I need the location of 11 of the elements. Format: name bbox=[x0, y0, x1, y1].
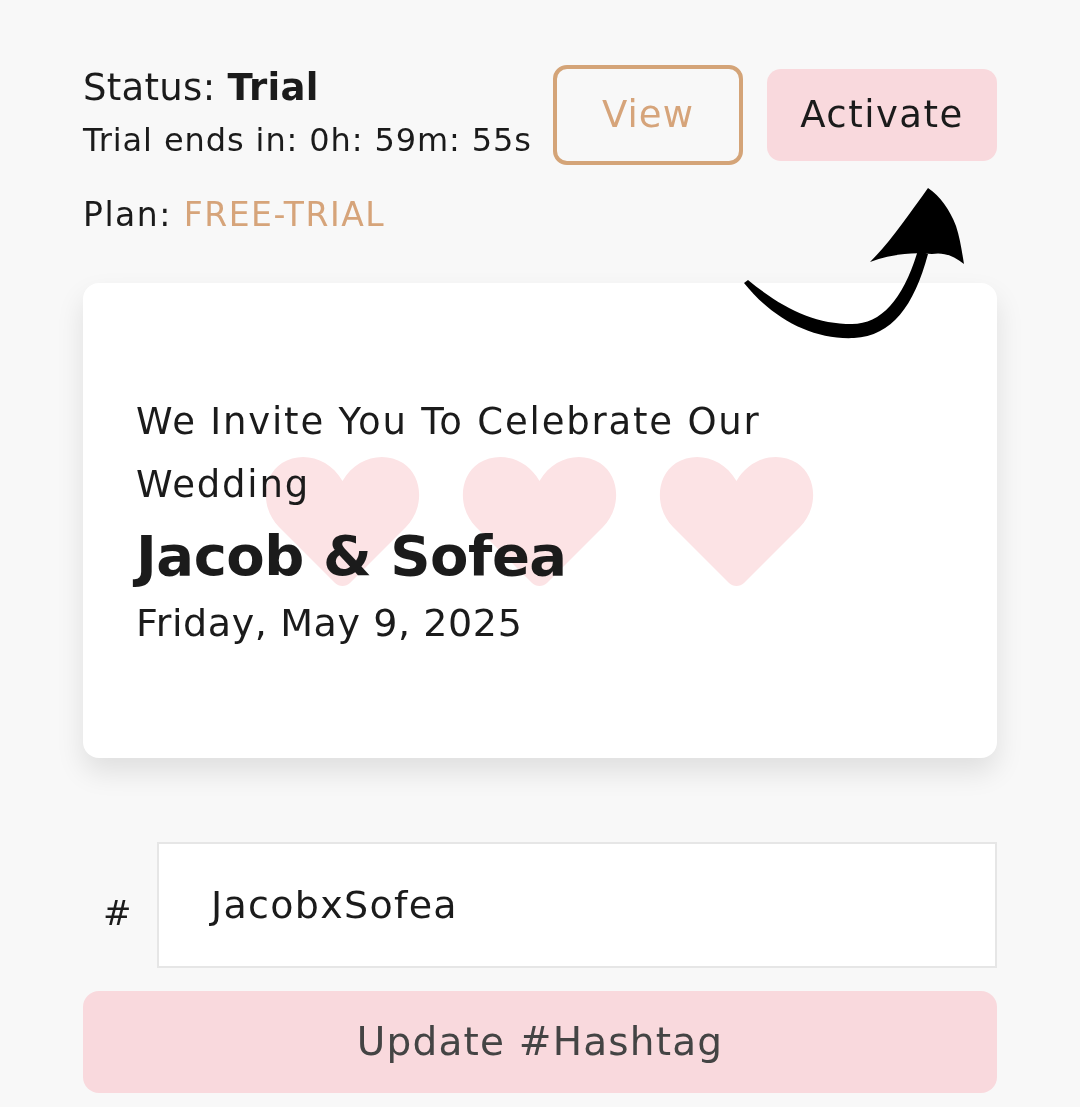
status-text: Status: Trial bbox=[83, 65, 319, 111]
plan-label: Plan: bbox=[83, 195, 172, 234]
hashtag-input[interactable]: JacobxSofea bbox=[157, 842, 997, 968]
activate-button[interactable]: Activate bbox=[767, 69, 997, 161]
invitation-text: We Invite You To Celebrate Our Wedding bbox=[136, 399, 762, 508]
update-hashtag-button[interactable]: Update #Hashtag bbox=[83, 991, 997, 1093]
curved-arrow-icon bbox=[742, 188, 966, 340]
trial-countdown: Trial ends in: 0h: 59m: 55s bbox=[83, 120, 532, 161]
plan-name: FREE-TRIAL bbox=[183, 195, 386, 234]
hash-symbol: # bbox=[102, 891, 133, 935]
wedding-date: Friday, May 9, 2025 bbox=[136, 600, 523, 647]
